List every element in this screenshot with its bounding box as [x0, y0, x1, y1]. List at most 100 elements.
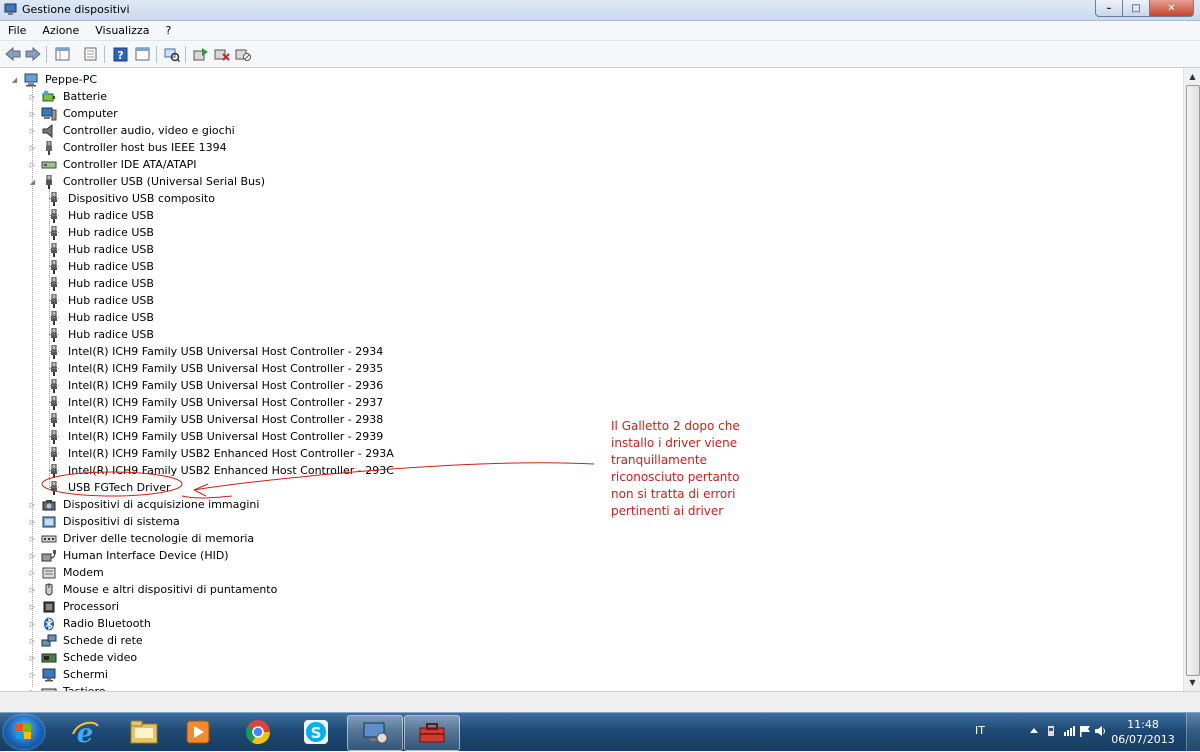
scroll-up-arrow-icon[interactable]: ▲	[1184, 68, 1200, 85]
menu-visualizza[interactable]: Visualizza	[87, 24, 157, 37]
usb-device-item[interactable]: Hub radice USB	[46, 292, 156, 309]
usb-device-item[interactable]: Intel(R) ICH9 Family USB2 Enhanced Host …	[46, 445, 396, 462]
tree-root[interactable]: ◢ Peppe-PC	[10, 71, 99, 88]
start-button[interactable]	[4, 715, 44, 749]
status-bar	[0, 691, 1200, 713]
expand-arrow-icon[interactable]: ▷	[28, 517, 37, 526]
usb-device-item[interactable]: Intel(R) ICH9 Family USB Universal Host …	[46, 377, 385, 394]
tree-category[interactable]: ▷ Radio Bluetooth	[28, 615, 153, 632]
usb-device-item[interactable]: Hub radice USB	[46, 326, 156, 343]
tree-category[interactable]: ▷ Dispositivi di acquisizione immagini	[28, 496, 261, 513]
tree-category[interactable]: ▷ Dispositivi di sistema	[28, 513, 182, 530]
ide-icon	[41, 158, 57, 172]
skype-icon[interactable]: S	[289, 715, 343, 749]
usb-device-item[interactable]: Hub radice USB	[46, 258, 156, 275]
usb-device-item[interactable]: Intel(R) ICH9 Family USB Universal Host …	[46, 428, 385, 445]
expand-arrow-icon[interactable]: ▷	[28, 534, 37, 543]
expand-arrow-icon[interactable]: ▷	[28, 143, 37, 152]
internet-explorer-icon[interactable]: e	[58, 715, 112, 749]
disable-icon[interactable]	[234, 46, 251, 62]
usb-device-item[interactable]: Hub radice USB	[46, 224, 156, 241]
usb-device-item[interactable]: Hub radice USB	[46, 207, 156, 224]
close-button[interactable]: ✕	[1150, 0, 1194, 17]
menu-help[interactable]: ?	[157, 24, 179, 37]
expand-arrow-icon[interactable]: ▷	[28, 92, 37, 101]
volume-tray-icon[interactable]	[1094, 725, 1106, 737]
usb-device-item[interactable]: USB FGTech Driver	[46, 479, 173, 496]
taskbar: e S IT 11:48 06/07/2013	[0, 712, 1200, 751]
show-desktop-button[interactable]	[1186, 713, 1200, 751]
toolbox-icon[interactable]	[404, 715, 460, 751]
view-alt-icon[interactable]	[134, 46, 151, 62]
vertical-scrollbar[interactable]: ▲ ▼	[1183, 68, 1200, 691]
tree-category[interactable]: ▷ Controller audio, video e giochi	[28, 122, 237, 139]
expand-arrow-icon[interactable]: ▷	[28, 160, 37, 169]
tree-category[interactable]: ▷ Schede video	[28, 649, 139, 666]
tree-category[interactable]: ▷ Processori	[28, 598, 121, 615]
tree-category[interactable]: ▷ Controller host bus IEEE 1394	[28, 139, 229, 156]
expand-arrow-icon[interactable]: ▷	[28, 636, 37, 645]
collapse-arrow-icon[interactable]: ◢	[10, 75, 19, 84]
media-player-icon[interactable]	[171, 715, 225, 749]
collapse-arrow-icon[interactable]: ◢	[28, 177, 37, 186]
help-icon[interactable]: ?	[112, 46, 129, 62]
language-indicator[interactable]: IT	[975, 724, 985, 737]
expand-arrow-icon[interactable]: ▷	[28, 602, 37, 611]
expand-arrow-icon[interactable]: ▷	[28, 126, 37, 135]
usb-device-item[interactable]: Hub radice USB	[46, 309, 156, 326]
tree-category[interactable]: ▷ Mouse e altri dispositivi di puntamento	[28, 581, 279, 598]
tree-category[interactable]: ▷ Modem	[28, 564, 106, 581]
explorer-folder-icon[interactable]	[117, 715, 171, 749]
tree-category-usb[interactable]: ◢ Controller USB (Universal Serial Bus)	[28, 173, 267, 190]
menu-azione[interactable]: Azione	[34, 24, 87, 37]
expand-arrow-icon[interactable]: ▷	[28, 619, 37, 628]
usb-device-item[interactable]: Hub radice USB	[46, 275, 156, 292]
tree-category[interactable]: ▷ Driver delle tecnologie di memoria	[28, 530, 256, 547]
taskbar-clock[interactable]: 11:48 06/07/2013	[1110, 717, 1176, 747]
display-adapter-icon	[41, 651, 57, 665]
usb-device-item[interactable]: Intel(R) ICH9 Family USB Universal Host …	[46, 411, 385, 428]
tree-category[interactable]: ▷ Computer	[28, 105, 120, 122]
mouse-icon	[41, 583, 57, 597]
show-hidden-icons-arrow-icon[interactable]	[1028, 725, 1040, 737]
expand-arrow-icon[interactable]: ▷	[28, 109, 37, 118]
scroll-down-arrow-icon[interactable]: ▼	[1184, 674, 1200, 691]
expand-arrow-icon[interactable]: ▷	[28, 568, 37, 577]
usb-tray-icon[interactable]	[1045, 725, 1057, 737]
flag-tray-icon[interactable]	[1079, 725, 1091, 737]
scrollbar-thumb[interactable]	[1186, 85, 1200, 676]
tree-category[interactable]: ▷ Batterie	[28, 88, 109, 105]
expand-arrow-icon[interactable]: ▷	[28, 653, 37, 662]
expand-arrow-icon[interactable]: ▷	[28, 500, 37, 509]
usb-device-item[interactable]: Intel(R) ICH9 Family USB Universal Host …	[46, 394, 385, 411]
tree-category[interactable]: ▷ Controller IDE ATA/ATAPI	[28, 156, 198, 173]
expand-arrow-icon[interactable]: ▷	[28, 551, 37, 560]
view-icon[interactable]	[54, 46, 71, 62]
tree-category[interactable]: ▷Tastiere	[28, 683, 108, 691]
hid-icon	[41, 549, 57, 563]
usb-device-item[interactable]: Intel(R) ICH9 Family USB Universal Host …	[46, 360, 385, 377]
usb-device-item[interactable]: Hub radice USB	[46, 241, 156, 258]
maximize-button[interactable]: □	[1123, 0, 1150, 17]
properties-icon[interactable]	[82, 46, 99, 62]
expand-arrow-icon[interactable]: ▷	[28, 585, 37, 594]
usb-device-item[interactable]: Intel(R) ICH9 Family USB Universal Host …	[46, 343, 385, 360]
usb-icon	[41, 174, 57, 189]
uninstall-icon[interactable]	[213, 46, 230, 62]
update-driver-icon[interactable]	[192, 46, 209, 62]
scan-icon[interactable]	[163, 46, 180, 62]
expand-arrow-icon[interactable]: ▷	[28, 670, 37, 679]
network-tray-icon[interactable]	[1063, 725, 1075, 737]
forward-icon[interactable]	[24, 46, 41, 62]
back-icon[interactable]	[4, 46, 21, 62]
tree-category[interactable]: ▷ Schede di rete	[28, 632, 145, 649]
device-manager-icon[interactable]	[347, 715, 403, 751]
tree-category[interactable]: ▷ Human Interface Device (HID)	[28, 547, 231, 564]
firewire-icon	[41, 140, 57, 155]
tree-category[interactable]: ▷ Schermi	[28, 666, 110, 683]
menu-file[interactable]: File	[0, 24, 34, 37]
minimize-button[interactable]: –	[1095, 0, 1123, 17]
usb-device-item[interactable]: Intel(R) ICH9 Family USB2 Enhanced Host …	[46, 462, 396, 479]
chrome-icon[interactable]	[231, 715, 285, 749]
usb-device-item[interactable]: Dispositivo USB composito	[46, 190, 217, 207]
